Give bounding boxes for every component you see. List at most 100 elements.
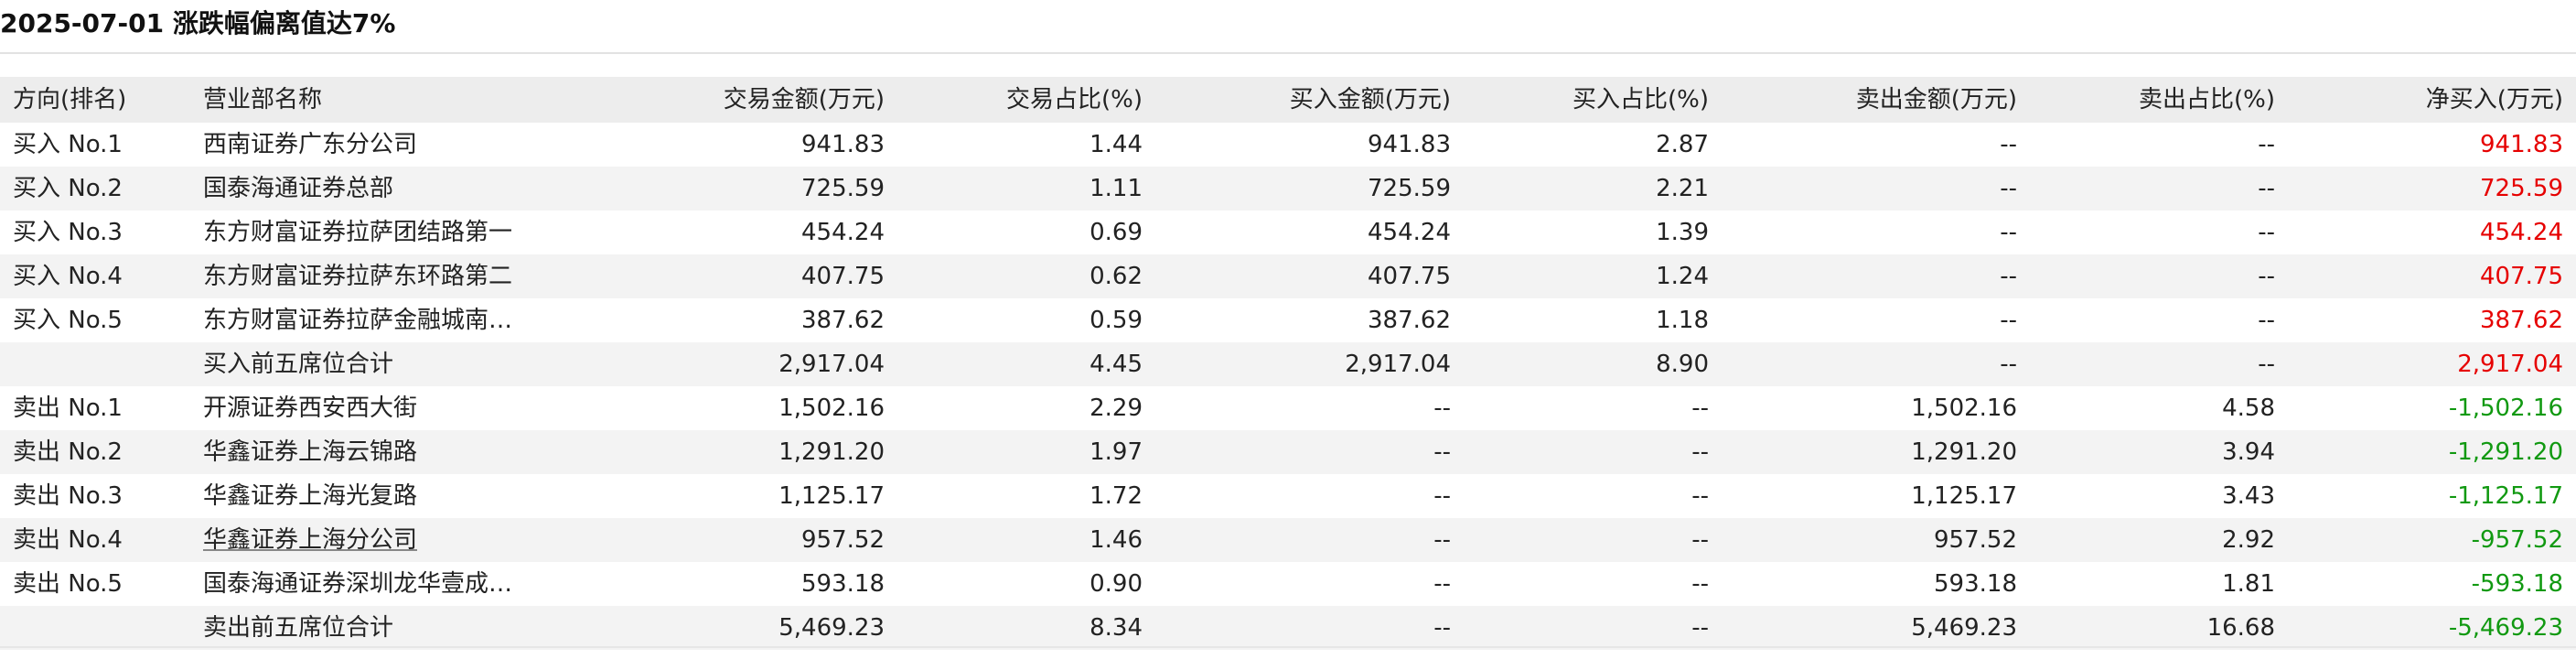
cell-branch[interactable]: 华鑫证券上海云锦路 xyxy=(203,430,558,474)
cell-net-buy: 725.59 xyxy=(2275,167,2576,211)
cell-buy-amount: -- xyxy=(1433,570,1451,598)
cell-trade-amount: 1,125.17 xyxy=(778,482,885,510)
cell-sell-pct: -- xyxy=(2017,167,2275,211)
cell-buy-pct: 8.90 xyxy=(1451,342,1709,386)
cell-trade-amount: 1,502.16 xyxy=(778,394,885,422)
cell-sell-amount: -- xyxy=(1709,167,2017,211)
cell-buy-amount: 725.59 xyxy=(1143,167,1451,211)
cell-trade-amount: 1,291.20 xyxy=(558,430,885,474)
page-title: 2025-07-01 涨跌幅偏离值达7% xyxy=(0,8,396,38)
cell-trade-amount: 5,469.23 xyxy=(558,606,885,650)
cell-branch[interactable]: 开源证券西安西大街 xyxy=(203,386,558,430)
table-row: 买入 No.5 东方财富证券拉萨金融城南… 387.62 0.59 387.62 1.18… xyxy=(0,298,2576,342)
column-header-sell-pct[interactable]: 卖出占比(%) xyxy=(2017,77,2275,123)
cell-branch[interactable]: 东方财富证券拉萨团结路第一 xyxy=(203,211,558,254)
cell-trade-pct: 1.72 xyxy=(1089,482,1143,510)
table-row: 卖出前五席位合计 5,469.23 8.34 -- -- 5,469.23 16.68 -5,… xyxy=(0,606,2576,650)
cell-sell-pct: -- xyxy=(2017,254,2275,298)
cell-branch[interactable]: 西南证券广东分公司 xyxy=(203,123,558,167)
table-header-row: 方向(排名) 营业部名称 交易金额(万元) 交易占比(%) 买入金额(万元) 买… xyxy=(0,77,2576,123)
cell-branch[interactable]: 华鑫证券上海光复路 xyxy=(203,474,558,518)
column-header-sell-amount[interactable]: 卖出金额(万元) xyxy=(1709,77,2017,123)
cell-branch[interactable]: 国泰海通证券总部 xyxy=(203,167,558,211)
cell-branch[interactable]: 东方财富证券拉萨金融城南… xyxy=(203,298,558,342)
cell-net-buy: -1,502.16 xyxy=(2448,394,2563,422)
cell-sell-pct: -- xyxy=(2258,307,2275,334)
cell-rank: 卖出 No.4 xyxy=(0,518,203,562)
cell-trade-amount: 593.18 xyxy=(801,570,885,598)
cell-buy-pct: -- xyxy=(1451,430,1709,474)
table-row: 卖出 No.3 华鑫证券上海光复路 1,125.17 1.72 -- -- 1,125.17… xyxy=(0,474,2576,518)
column-header-trade-pct[interactable]: 交易占比(%) xyxy=(885,77,1143,123)
cell-sell-pct: 3.43 xyxy=(2222,482,2275,510)
column-header-branch[interactable]: 营业部名称 xyxy=(203,77,558,123)
cell-net-buy: 454.24 xyxy=(2480,219,2563,246)
cell-trade-pct: 1.11 xyxy=(885,167,1143,211)
cell-net-buy: 941.83 xyxy=(2480,131,2563,158)
table-row: 卖出 No.4 华鑫证券上海分公司 957.52 1.46 -- -- 957.52 2.92… xyxy=(0,518,2576,562)
cell-sell-pct: 3.94 xyxy=(2017,430,2275,474)
column-header-rank[interactable]: 方向(排名) xyxy=(0,77,203,123)
column-header-trade-amount[interactable]: 交易金额(万元) xyxy=(558,77,885,123)
cell-trade-pct: 0.69 xyxy=(1089,219,1143,246)
cell-buy-pct: -- xyxy=(1451,518,1709,562)
cell-sell-amount: 1,291.20 xyxy=(1709,430,2017,474)
cell-branch[interactable]: 卖出前五席位合计 xyxy=(203,606,558,650)
cell-rank: 买入 No.1 xyxy=(13,131,123,158)
cell-buy-pct: 1.24 xyxy=(1451,254,1709,298)
cell-branch[interactable]: 买入前五席位合计 xyxy=(203,342,558,386)
cell-sell-amount: -- xyxy=(1709,254,2017,298)
cell-sell-pct: -- xyxy=(2258,131,2275,158)
cell-trade-pct: 0.59 xyxy=(1089,307,1143,334)
cell-buy-amount: -- xyxy=(1143,518,1451,562)
cell-rank: 卖出 No.3 xyxy=(13,482,123,510)
cell-buy-pct: 2.21 xyxy=(1451,167,1709,211)
cell-trade-amount: 407.75 xyxy=(558,254,885,298)
cell-trade-pct: 8.34 xyxy=(885,606,1143,650)
cell-sell-amount: 593.18 xyxy=(1934,570,2017,598)
cell-trade-pct: 1.44 xyxy=(1089,131,1143,158)
cell-buy-amount: 407.75 xyxy=(1143,254,1451,298)
cell-buy-amount: -- xyxy=(1143,606,1451,650)
cell-sell-amount: -- xyxy=(2000,131,2017,158)
cell-sell-amount: -- xyxy=(1709,342,2017,386)
column-header-net-buy[interactable]: 净买入(万元) xyxy=(2275,77,2576,123)
cell-branch[interactable]: 东方财富证券拉萨东环路第二 xyxy=(203,254,558,298)
cell-net-buy: 2,917.04 xyxy=(2275,342,2576,386)
cell-buy-pct: -- xyxy=(1691,570,1709,598)
cell-buy-pct: 2.87 xyxy=(1656,131,1709,158)
cell-branch[interactable]: 华鑫证券上海分公司 xyxy=(203,518,558,562)
cell-sell-amount: -- xyxy=(2000,219,2017,246)
cell-sell-pct: 4.58 xyxy=(2222,394,2275,422)
cell-buy-pct: -- xyxy=(1691,394,1709,422)
cell-trade-amount: 2,917.04 xyxy=(558,342,885,386)
column-header-buy-amount[interactable]: 买入金额(万元) xyxy=(1143,77,1451,123)
cell-buy-pct: -- xyxy=(1691,482,1709,510)
dragon-tiger-table: 方向(排名) 营业部名称 交易金额(万元) 交易占比(%) 买入金额(万元) 买… xyxy=(0,77,2576,650)
cell-sell-pct: 1.81 xyxy=(2222,570,2275,598)
cell-net-buy: -593.18 xyxy=(2471,570,2563,598)
cell-trade-amount: 387.62 xyxy=(801,307,885,334)
cell-buy-amount: -- xyxy=(1143,430,1451,474)
table-body: 买入 No.1 西南证券广东分公司 941.83 1.44 941.83 2.87 -- --… xyxy=(0,123,2576,650)
cell-net-buy: -1,125.17 xyxy=(2448,482,2563,510)
title-divider xyxy=(0,52,2576,54)
cell-sell-pct: -- xyxy=(2258,219,2275,246)
cell-rank: 卖出 No.5 xyxy=(13,570,123,598)
table-row: 买入 No.2 国泰海通证券总部 725.59 1.11 725.59 2.21 -- -- 7… xyxy=(0,167,2576,211)
cell-buy-amount: -- xyxy=(1433,482,1451,510)
table-row: 卖出 No.1 开源证券西安西大街 1,502.16 2.29 -- -- 1,502.16… xyxy=(0,386,2576,430)
cell-buy-amount: 454.24 xyxy=(1368,219,1451,246)
cell-buy-amount: -- xyxy=(1433,394,1451,422)
cell-sell-pct: 16.68 xyxy=(2017,606,2275,650)
cell-net-buy: 387.62 xyxy=(2480,307,2563,334)
table-row: 卖出 No.2 华鑫证券上海云锦路 1,291.20 1.97 -- -- 1,291.20… xyxy=(0,430,2576,474)
table-row: 买入 No.1 西南证券广东分公司 941.83 1.44 941.83 2.87 -- --… xyxy=(0,123,2576,167)
column-header-buy-pct[interactable]: 买入占比(%) xyxy=(1451,77,1709,123)
cell-branch[interactable]: 国泰海通证券深圳龙华壹成… xyxy=(203,562,558,606)
cell-rank xyxy=(0,342,203,386)
cell-buy-amount: 2,917.04 xyxy=(1143,342,1451,386)
cell-net-buy: -1,291.20 xyxy=(2275,430,2576,474)
cell-buy-amount: 387.62 xyxy=(1368,307,1451,334)
cell-sell-pct: 2.92 xyxy=(2017,518,2275,562)
